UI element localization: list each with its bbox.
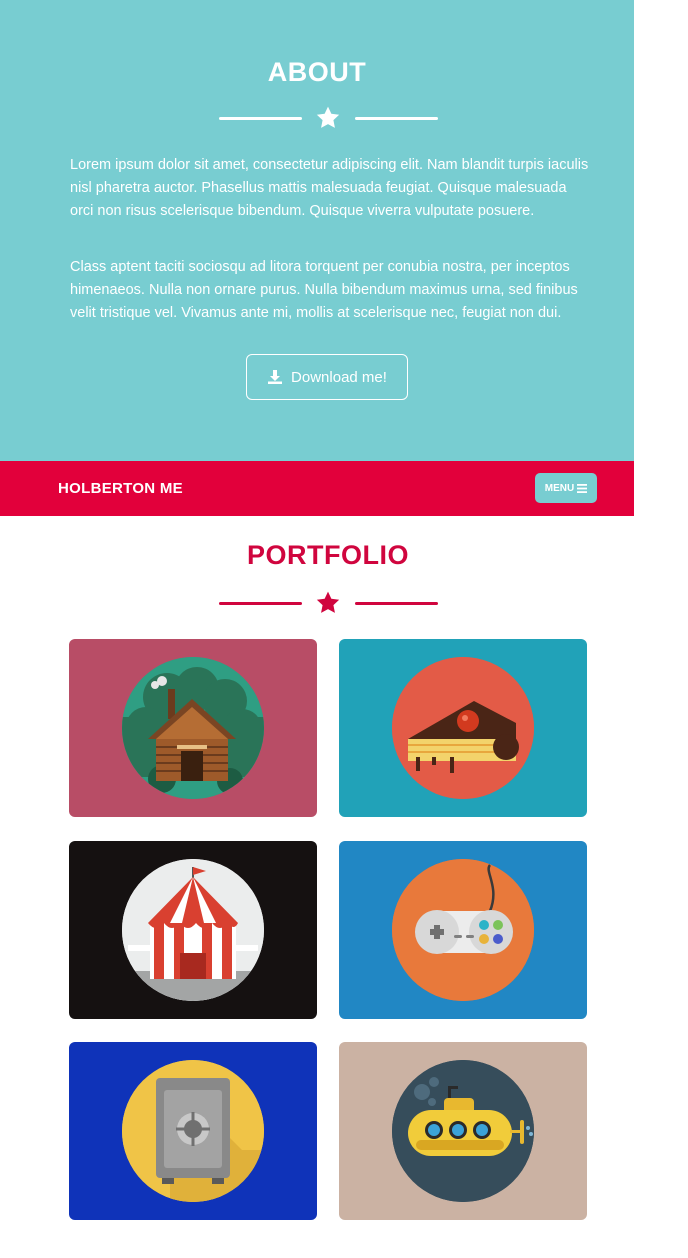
star-icon [316,106,340,128]
menu-button-label: MENU [544,482,575,494]
portfolio-item-cabin[interactable] [69,639,317,817]
submarine-icon [392,1060,534,1202]
log-cabin-icon [122,657,264,799]
cake-slice-icon [392,657,534,799]
portfolio-item-circle [122,1060,264,1202]
about-section: ABOUT Lorem ipsum dolor sit amet, consec… [0,0,634,461]
portfolio-item-circle [122,859,264,1001]
portfolio-title: PORTFOLIO [247,540,409,570]
menu-button[interactable]: MENU [535,473,597,503]
star-icon [316,591,340,613]
portfolio-item-submarine[interactable] [339,1042,587,1220]
divider-line-right [355,117,438,120]
portfolio-item-safe[interactable] [69,1042,317,1220]
portfolio-item-controller[interactable] [339,841,587,1019]
download-button[interactable]: Download me! [246,354,408,400]
brand-link[interactable]: HOLBERTON ME [58,480,183,497]
divider-line-left [219,117,302,120]
about-divider [219,103,438,133]
safe-icon [122,1060,264,1202]
portfolio-item-circle [392,1060,534,1202]
circus-tent-icon [122,859,264,1001]
portfolio-item-circle [122,657,264,799]
about-title: ABOUT [267,57,367,87]
download-icon [268,370,283,384]
divider-line-right [355,602,438,605]
navbar: HOLBERTON ME MENU [0,461,634,516]
portfolio-item-circus[interactable] [69,841,317,1019]
portfolio-item-circle [392,859,534,1001]
hamburger-icon [577,483,588,493]
about-paragraph-1: Lorem ipsum dolor sit amet, consectetur … [70,157,589,219]
about-paragraph-2: Class aptent taciti sociosqu ad litora t… [70,259,578,321]
divider-line-left [219,602,302,605]
download-button-label: Download me! [291,368,387,386]
portfolio-divider [219,588,438,618]
portfolio-item-cake[interactable] [339,639,587,817]
game-controller-icon [392,859,534,1001]
portfolio-item-circle [392,657,534,799]
